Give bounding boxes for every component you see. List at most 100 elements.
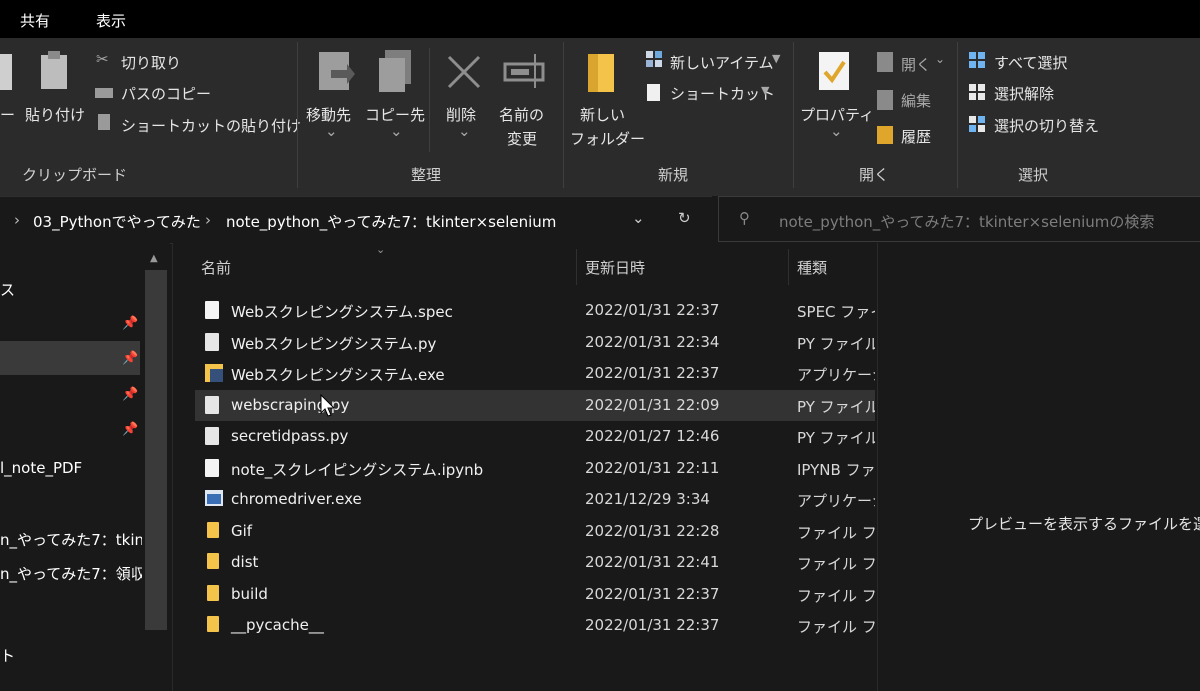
nav-item[interactable]: ス	[0, 279, 15, 300]
file-row[interactable]: webscraping.py 2022/01/31 22:09 PY ファイル	[195, 389, 875, 421]
nav-item[interactable]: n_やってみた7：領収	[0, 563, 142, 584]
file-date: 2022/01/31 22:41	[585, 553, 720, 571]
properties-icon[interactable]	[817, 50, 851, 92]
file-name[interactable]: chromedriver.exe	[231, 490, 362, 508]
move-to-icon[interactable]	[317, 50, 355, 92]
shortcut-dropdown-icon[interactable]: ▼	[761, 84, 769, 97]
copy-to-icon[interactable]	[377, 50, 415, 92]
file-name[interactable]: Gif	[231, 522, 252, 540]
file-type: ファイル フォルダー	[797, 586, 875, 605]
tab-view[interactable]: 表示	[96, 10, 126, 31]
folder-icon	[205, 553, 221, 573]
nav-scrollbar-thumb[interactable]	[145, 270, 167, 630]
properties-dropdown-icon[interactable]: ⌄	[830, 122, 843, 140]
column-separator[interactable]	[788, 249, 789, 285]
rename-button-line1[interactable]: 名前の	[499, 104, 544, 125]
shortcut-button[interactable]: ショートカット	[670, 83, 775, 104]
select-none-icon[interactable]	[968, 83, 986, 101]
paste-icon[interactable]	[38, 50, 70, 90]
copy-path-icon[interactable]	[95, 88, 113, 98]
file-name[interactable]: __pycache__	[231, 616, 324, 634]
tab-share[interactable]: 共有	[20, 10, 50, 31]
cut-button[interactable]: 切り取り	[121, 52, 181, 73]
new-folder-button-line2[interactable]: フォルダー	[570, 128, 645, 149]
nav-item[interactable]: n_やってみた7：tkint	[0, 529, 142, 550]
column-header-date[interactable]: 更新日時	[585, 257, 645, 278]
file-date: 2021/12/29 3:34	[585, 490, 710, 508]
breadcrumb-parent[interactable]: 03_Pythonでやってみた	[33, 211, 201, 232]
copy-button-partial[interactable]: ー	[0, 104, 15, 125]
new-item-dropdown-icon[interactable]: ▼	[772, 52, 780, 65]
chevron-right-icon[interactable]: ›	[205, 211, 211, 229]
delete-icon[interactable]	[446, 54, 482, 90]
file-row[interactable]: Webスクレピングシステム.spec 2022/01/31 22:37 SPEC フ…	[195, 295, 875, 326]
paste-shortcut-icon[interactable]	[98, 114, 110, 130]
file-row[interactable]: Gif 2022/01/31 22:28 ファイル フォルダー	[195, 516, 875, 547]
file-row[interactable]: build 2022/01/31 22:37 ファイル フォルダー	[195, 579, 875, 610]
move-to-dropdown-icon[interactable]: ⌄	[325, 122, 338, 140]
invert-selection-button[interactable]: 選択の切り替え	[994, 115, 1099, 136]
file-row[interactable]: dist 2022/01/31 22:41 ファイル フォルダー	[195, 547, 875, 578]
rename-icon[interactable]	[503, 52, 545, 90]
select-all-button[interactable]: すべて選択	[994, 52, 1067, 73]
history-icon[interactable]	[877, 126, 893, 144]
refresh-icon[interactable]: ↻	[678, 209, 691, 227]
open-icon[interactable]	[877, 52, 893, 72]
column-header-name[interactable]: 名前	[201, 257, 231, 278]
file-name[interactable]: Webスクレピングシステム.spec	[231, 301, 453, 322]
open-button[interactable]: 開く	[901, 54, 931, 75]
copy-to-dropdown-icon[interactable]: ⌄	[390, 122, 403, 140]
file-name[interactable]: build	[231, 585, 268, 603]
file-row[interactable]: __pycache__ 2022/01/31 22:37 ファイル フォルダー	[195, 610, 875, 641]
file-name[interactable]: Webスクレピングシステム.exe	[231, 364, 445, 385]
nav-item-selected[interactable]	[0, 341, 140, 375]
invert-selection-icon[interactable]	[968, 115, 986, 133]
file-name[interactable]: dist	[231, 553, 258, 571]
chevron-down-icon[interactable]: ⌄	[632, 209, 645, 227]
copy-icon[interactable]	[0, 54, 12, 90]
copy-path-button[interactable]: パスのコピー	[121, 83, 211, 104]
select-all-icon[interactable]	[968, 51, 986, 69]
new-item-icon[interactable]	[645, 50, 663, 68]
breadcrumb-current[interactable]: note_python_やってみた7：tkinter×selenium	[226, 211, 556, 232]
file-list: ⌄ 名前 更新日時 種類 Webスクレピングシステム.spec 2022/01/3…	[172, 243, 877, 691]
file-row[interactable]: chromedriver.exe 2021/12/29 3:34 アプリケーション	[195, 484, 875, 515]
sort-indicator-icon: ⌄	[376, 243, 386, 256]
new-item-button[interactable]: 新しいアイテム	[670, 52, 774, 73]
chevron-right-icon[interactable]: ›	[14, 211, 20, 229]
paste-button[interactable]: 貼り付け	[25, 104, 85, 125]
column-header-type[interactable]: 種類	[797, 257, 827, 278]
nav-item[interactable]: l_note_PDF	[0, 459, 82, 477]
ribbon-tab-bar: 共有 表示	[0, 0, 1200, 38]
search-placeholder[interactable]: note_python_やってみた7：tkinter×seleniumの検索	[779, 211, 1154, 232]
file-row[interactable]: note_スクレイピングシステム.ipynb 2022/01/31 22:11 IP…	[195, 453, 875, 484]
ribbon: ー 貼り付け ✂ 切り取り パスのコピー ショートカットの貼り付け クリップボー…	[0, 38, 1200, 196]
new-folder-icon[interactable]	[586, 52, 616, 94]
file-name[interactable]: note_スクレイピングシステム.ipynb	[231, 459, 483, 480]
scroll-up-icon[interactable]: ▲	[150, 253, 158, 264]
address-bar[interactable]: › 03_Pythonでやってみた › note_python_やってみた7：t…	[0, 196, 712, 244]
delete-dropdown-icon[interactable]: ⌄	[458, 122, 471, 140]
column-separator[interactable]	[576, 249, 577, 285]
search-box[interactable]: ⚲ note_python_やってみた7：tkinter×seleniumの検索	[718, 196, 1200, 242]
file-date: 2022/01/31 22:37	[585, 301, 720, 319]
file-row[interactable]: Webスクレピングシステム.py 2022/01/31 22:34 PY ファイル	[195, 327, 875, 358]
select-none-button[interactable]: 選択解除	[994, 83, 1054, 104]
file-name[interactable]: Webスクレピングシステム.py	[231, 333, 436, 354]
nav-item[interactable]: ト	[0, 645, 15, 666]
history-button[interactable]: 履歴	[901, 126, 931, 147]
file-row[interactable]: secretidpass.py 2022/01/27 12:46 PY ファイル	[195, 421, 875, 452]
file-row[interactable]: Webスクレピングシステム.exe 2022/01/31 22:37 アプリケーショ…	[195, 358, 875, 389]
rename-button-line2[interactable]: 変更	[507, 128, 537, 149]
new-folder-button-line1[interactable]: 新しい	[580, 104, 625, 125]
paste-shortcut-button[interactable]: ショートカットの貼り付け	[121, 115, 301, 136]
file-date: 2022/01/31 22:37	[585, 364, 720, 382]
group-label-organize: 整理	[411, 166, 442, 184]
open-dropdown-icon[interactable]: ⌄	[935, 52, 945, 66]
file-name[interactable]: secretidpass.py	[231, 427, 348, 445]
cut-icon[interactable]: ✂	[96, 50, 109, 68]
edit-button[interactable]: 編集	[901, 90, 931, 111]
edit-icon[interactable]	[877, 90, 893, 110]
file-date: 2022/01/31 22:37	[585, 616, 720, 634]
shortcut-icon[interactable]	[647, 84, 660, 101]
